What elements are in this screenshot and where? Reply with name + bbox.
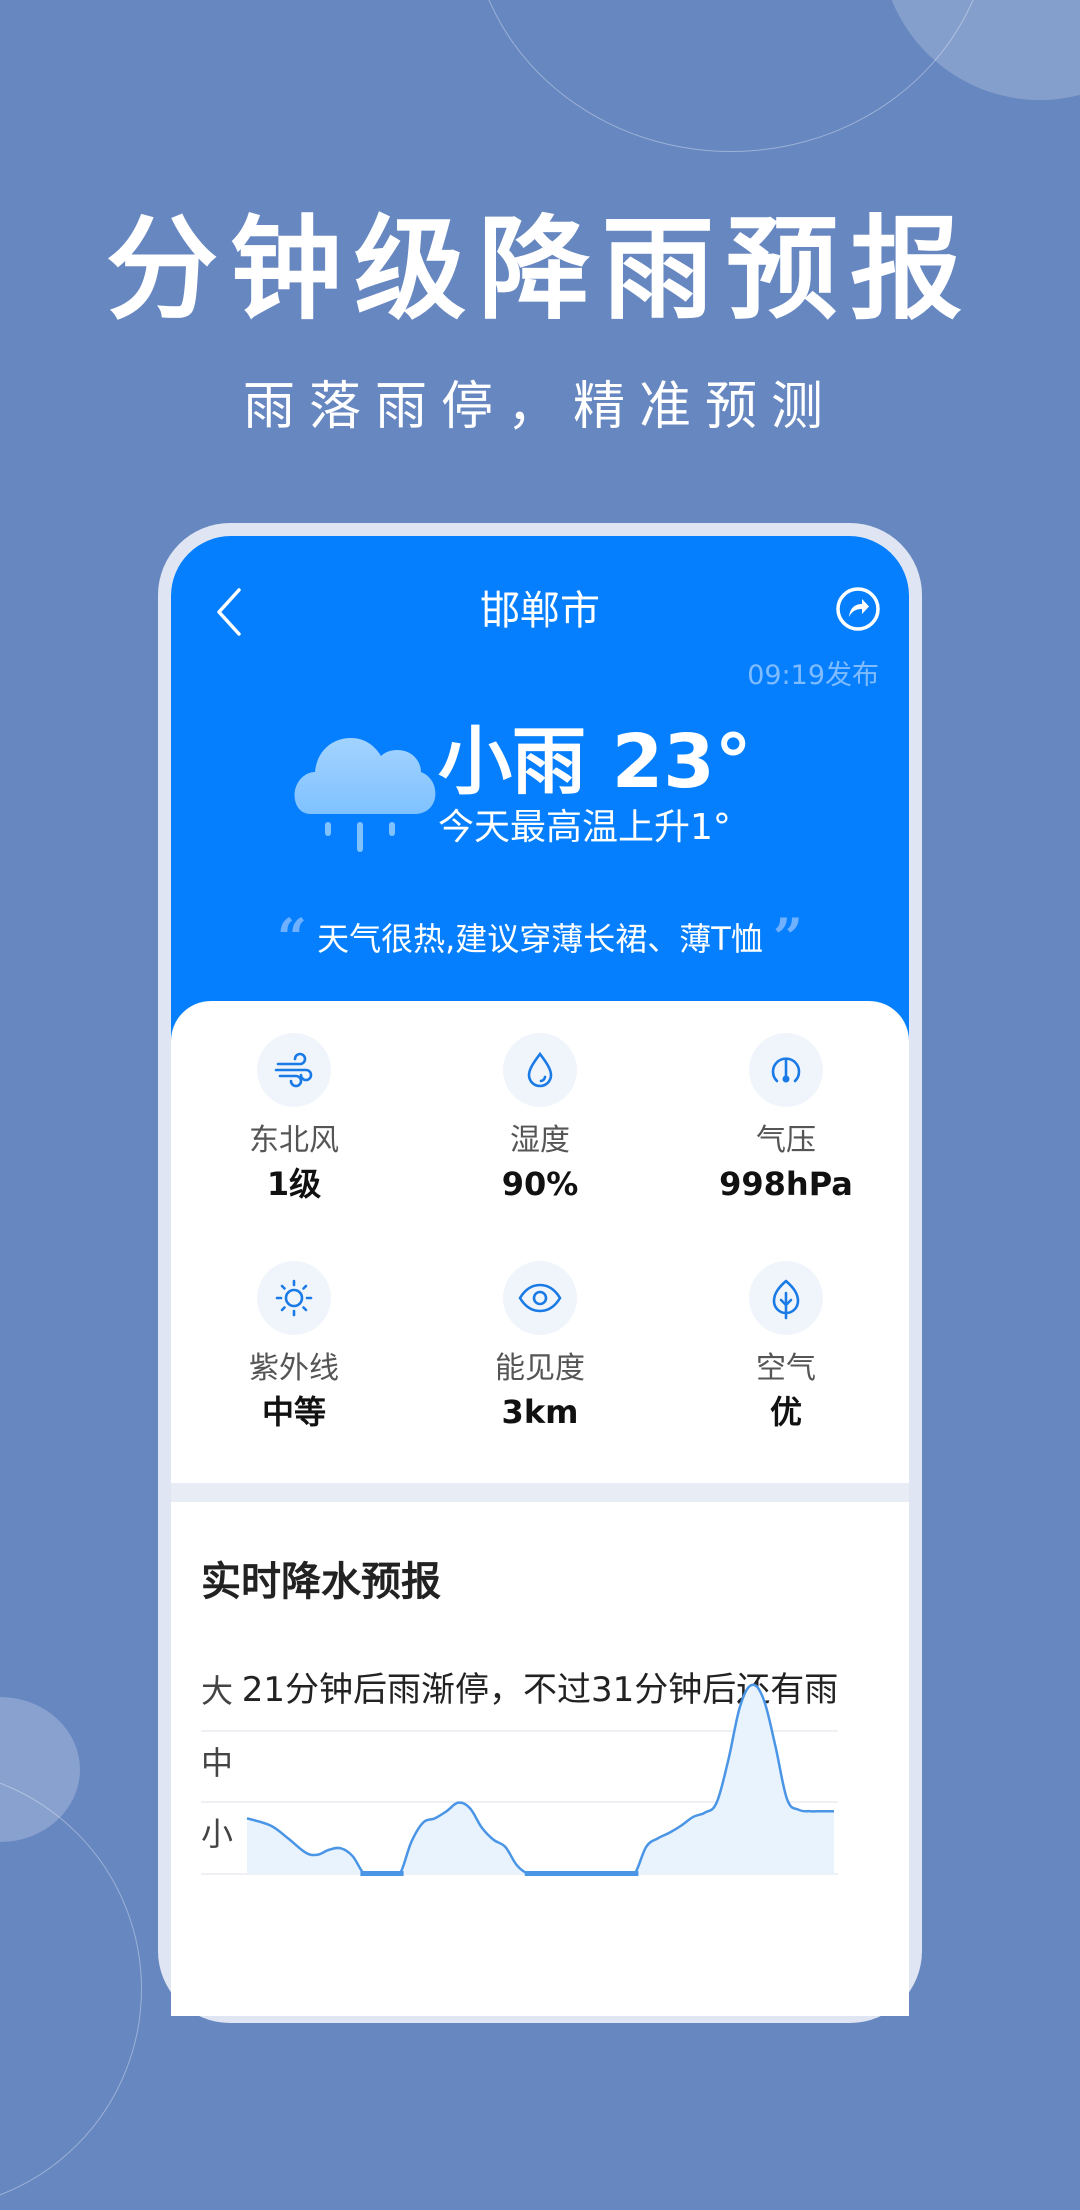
no-rain-segment <box>360 1871 404 1876</box>
sun-icon <box>257 1261 331 1335</box>
no-rain-segment <box>524 1871 639 1876</box>
leaf-icon <box>749 1261 823 1335</box>
stat-label: 紫外线 <box>249 1351 339 1386</box>
stat-value: 3km <box>501 1393 579 1431</box>
clothing-tip-text: 天气很热,建议穿薄长裙、薄T恤 <box>317 920 763 958</box>
city-title: 邯郸市 <box>480 588 600 634</box>
eye-icon <box>503 1261 577 1335</box>
rain-forecast-card: 实时降水预报 21分钟后雨渐停，不过31分钟后还有雨 大 中 小 <box>171 1502 909 2016</box>
wind-icon <box>257 1033 331 1107</box>
stat-label: 湿度 <box>510 1123 570 1158</box>
weather-stats-panel: 东北风 1级 湿度 90% 气压 998hPa 紫外线 中等 能见度 3km 空… <box>171 1001 909 1483</box>
cloud-rain-icon <box>289 716 439 866</box>
quote-open-icon: “ <box>277 908 307 969</box>
weather-hero: 邯郸市 09:19发布 小雨 23° 今天最高温上升1° “ 天气很热,建议穿薄… <box>171 536 909 1056</box>
y-tick-label-small: 小 <box>201 1815 233 1853</box>
stat-air-quality: 空气 优 <box>663 1261 909 1433</box>
stat-humidity: 湿度 90% <box>417 1033 663 1205</box>
publish-time: 09:19发布 <box>747 660 879 691</box>
stat-uv: 紫外线 中等 <box>171 1261 417 1433</box>
stat-visibility: 能见度 3km <box>417 1261 663 1433</box>
water-drop-icon <box>503 1033 577 1107</box>
decor-ring-bottom-left <box>0 1768 142 2210</box>
stat-wind: 东北风 1级 <box>171 1033 417 1205</box>
stat-label: 东北风 <box>249 1123 339 1158</box>
y-tick-label-large: 大 <box>201 1672 233 1710</box>
stat-value: 优 <box>769 1393 802 1431</box>
phone-frame: 邯郸市 09:19发布 小雨 23° 今天最高温上升1° “ 天气很热,建议穿薄… <box>158 523 922 2023</box>
promo-headline: 分钟级降雨预报 <box>106 205 974 335</box>
rain-chart: 大 中 小 <box>201 1672 838 1876</box>
stat-value: 90% <box>501 1165 579 1203</box>
y-tick-label-medium: 中 <box>201 1744 233 1782</box>
temperature-trend: 今天最高温上升1° <box>438 807 731 848</box>
clothing-tip: “ 天气很热,建议穿薄长裙、薄T恤 ” <box>171 913 909 965</box>
decor-circle-top-right <box>880 0 1080 100</box>
stat-label: 气压 <box>756 1123 816 1158</box>
stat-label: 能见度 <box>495 1351 585 1386</box>
condition-temperature: 小雨 23° <box>438 719 752 805</box>
app-screen: 邯郸市 09:19发布 小雨 23° 今天最高温上升1° “ 天气很热,建议穿薄… <box>171 536 909 2016</box>
stat-label: 空气 <box>756 1351 816 1386</box>
stat-value: 1级 <box>266 1165 322 1203</box>
rain-area-fill <box>247 1684 834 1874</box>
share-button[interactable] <box>835 586 881 632</box>
stat-value: 中等 <box>261 1393 326 1431</box>
stat-value: 998hPa <box>719 1165 853 1203</box>
promo-subline: 雨落雨停，精准预测 <box>242 377 837 437</box>
share-arrow-icon <box>836 587 880 631</box>
decor-circle-bottom-left <box>0 1697 80 1842</box>
decor-ring-top <box>470 0 992 152</box>
pressure-gauge-icon <box>749 1033 823 1107</box>
quote-close-icon: ” <box>773 908 803 969</box>
stat-pressure: 气压 998hPa <box>663 1033 909 1205</box>
